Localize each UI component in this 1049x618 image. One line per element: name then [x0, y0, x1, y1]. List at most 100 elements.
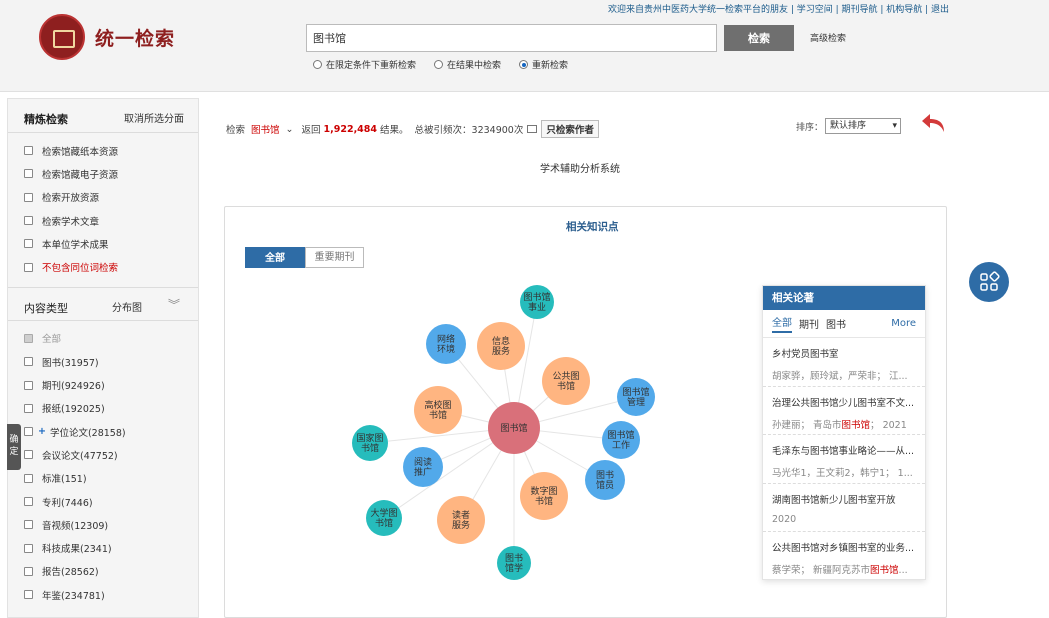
checkbox[interactable]	[24, 473, 33, 483]
graph-node[interactable]: 大学图书馆	[366, 500, 402, 536]
graph-node[interactable]: 图书馆事业	[520, 285, 554, 319]
double-chevron-down-icon[interactable]: ︾	[168, 296, 180, 313]
refine-list: 检索馆藏纸本资源 检索馆藏电子资源 检索开放资源 检索学术文章 本单位学术成果 …	[8, 133, 198, 279]
tab-important-journals[interactable]: 重要期刊	[305, 247, 364, 268]
checkbox[interactable]	[24, 192, 33, 202]
chevron-down-icon[interactable]: ⌄	[286, 124, 294, 135]
graph-node-label: 图书馆	[523, 291, 550, 303]
graph-node[interactable]: 图书馆学	[497, 546, 531, 580]
checkbox[interactable]	[24, 169, 33, 179]
checkbox[interactable]	[24, 216, 33, 226]
radio-search-within[interactable]: 在结果中检索	[434, 58, 501, 71]
graph-node[interactable]: 信息服务	[477, 322, 525, 370]
expand-plus-icon[interactable]: +	[38, 426, 46, 437]
graph-node-label: 书馆	[429, 409, 447, 421]
checkbox[interactable]	[24, 450, 33, 460]
related-item[interactable]: 毛泽东与图书馆事业略论——从... 马光华1，王文莉2，韩宁1； 1...	[763, 435, 925, 484]
confirm-tab[interactable]: 确定	[7, 424, 21, 470]
checkbox[interactable]	[24, 427, 33, 437]
graph-node-label: 公共图	[552, 371, 579, 382]
type-item[interactable]: 报纸(192025)	[8, 397, 198, 420]
checkbox[interactable]	[24, 357, 33, 367]
checkbox[interactable]	[24, 239, 33, 249]
back-arrow-icon[interactable]	[920, 112, 948, 134]
top-user-links[interactable]: 欢迎来自贵州中医药大学统一检索平台的朋友 | 学习空间 | 期刊导航 | 机构导…	[608, 2, 949, 15]
checkbox[interactable]	[24, 146, 33, 156]
result-count: 1,922,484	[323, 123, 378, 135]
related-item[interactable]: 乡村党员图书室 胡家骅，顾玲斌，严荣非； 江...	[763, 338, 925, 387]
apps-grid-button[interactable]	[969, 262, 1009, 302]
more-link[interactable]: More	[891, 318, 916, 329]
type-item[interactable]: 图书(31957)	[8, 350, 198, 373]
type-item[interactable]: 标准(151)	[8, 467, 198, 490]
graph-node-label: 服务	[492, 345, 510, 357]
sort-select[interactable]: 默认排序	[825, 118, 901, 134]
advanced-search-link[interactable]: 高级检索	[810, 31, 846, 44]
graph-node[interactable]: 阅读推广	[403, 447, 443, 487]
distribution-link[interactable]: 分布图	[112, 299, 142, 314]
type-item[interactable]: 期刊(924926)	[8, 373, 198, 396]
graph-node[interactable]: 图书馆工作	[602, 421, 640, 459]
checkbox[interactable]	[24, 590, 33, 600]
graph-node[interactable]: 图书馆管理	[617, 378, 655, 416]
related-tabs: 全部 期刊 图书 More	[763, 310, 925, 338]
tab-all[interactable]: 全部	[245, 247, 305, 268]
type-item[interactable]: + 学位论文(28158)	[8, 420, 198, 443]
graph-node-label: 信息	[492, 335, 510, 347]
graph-node[interactable]: 公共图书馆	[542, 357, 590, 405]
graph-node-label: 推广	[414, 466, 432, 478]
refine-item[interactable]: 检索馆藏纸本资源	[8, 139, 198, 162]
graph-node-label: 事业	[528, 301, 546, 313]
graph-node[interactable]: 国家图书馆	[352, 425, 388, 461]
checkbox[interactable]	[24, 497, 33, 506]
refine-item[interactable]: 检索馆藏电子资源	[8, 162, 198, 185]
refine-item[interactable]: 本单位学术成果	[8, 232, 198, 255]
graph-node[interactable]: 数字图书馆	[520, 472, 568, 520]
radio-dot	[434, 60, 444, 69]
type-item[interactable]: 音视频(12309)	[8, 513, 198, 536]
type-item[interactable]: 全部	[8, 327, 198, 350]
refine-item[interactable]: 检索学术文章	[8, 209, 198, 232]
checkbox[interactable]	[24, 566, 33, 576]
related-item[interactable]: 公共图书馆对乡镇图书室的业务... 蔡学荣； 新疆阿克苏市图书馆...	[763, 532, 925, 581]
graph-node-label: 书馆	[557, 380, 575, 392]
type-item[interactable]: 科技成果(2341)	[8, 536, 198, 559]
type-item[interactable]: 年鉴(234781)	[8, 583, 198, 606]
checkbox-checked[interactable]	[24, 333, 33, 343]
refine-item[interactable]: 不包含同位词检索	[8, 255, 198, 278]
checkbox[interactable]	[24, 520, 33, 530]
refine-item[interactable]: 检索开放资源	[8, 186, 198, 209]
related-tab-journal[interactable]: 期刊	[799, 316, 819, 331]
graph-node-label: 馆学	[505, 562, 523, 574]
radio-new-search[interactable]: 重新检索	[519, 58, 568, 71]
analysis-system-title: 学术辅助分析系统	[540, 164, 620, 175]
checkbox[interactable]	[24, 403, 33, 413]
search-button[interactable]: 检索	[724, 25, 794, 51]
related-tab-book[interactable]: 图书	[826, 316, 846, 331]
type-item[interactable]: 报告(28562)	[8, 560, 198, 583]
type-item[interactable]: 会议论文(47752)	[8, 443, 198, 466]
graph-center-node[interactable]: 图书馆	[488, 402, 540, 454]
checkbox[interactable]	[24, 543, 33, 553]
related-tab-all[interactable]: 全部	[772, 314, 792, 333]
related-title: 相关论著	[763, 286, 925, 310]
graph-node-label: 管理	[627, 396, 645, 408]
type-item[interactable]: 专利(7446)	[8, 490, 198, 513]
radio-limited-search[interactable]: 在限定条件下重新检索	[313, 58, 416, 71]
radio-dot-selected	[519, 60, 529, 69]
graph-node-label: 图书	[505, 553, 523, 564]
graph-node-label: 环境	[437, 343, 455, 355]
graph-node[interactable]: 图书馆员	[585, 460, 625, 500]
graph-node-label: 书馆	[361, 442, 379, 454]
related-item[interactable]: 湖南图书馆新少儿图书室开放 2020	[763, 484, 925, 532]
author-only-button[interactable]: 只检索作者	[541, 120, 599, 138]
graph-node[interactable]: 网络环境	[426, 324, 466, 364]
cancel-facets-link[interactable]: 取消所选分面	[124, 110, 184, 125]
checkbox[interactable]	[24, 380, 33, 390]
checkbox[interactable]	[24, 262, 33, 272]
book-icon	[527, 125, 538, 133]
graph-node[interactable]: 高校图书馆	[414, 386, 462, 434]
related-item[interactable]: 治理公共图书馆少儿图书室不文... 孙建丽； 青岛市图书馆； 2021	[763, 387, 925, 435]
graph-node[interactable]: 读者服务	[437, 496, 485, 544]
search-input[interactable]	[306, 24, 717, 52]
